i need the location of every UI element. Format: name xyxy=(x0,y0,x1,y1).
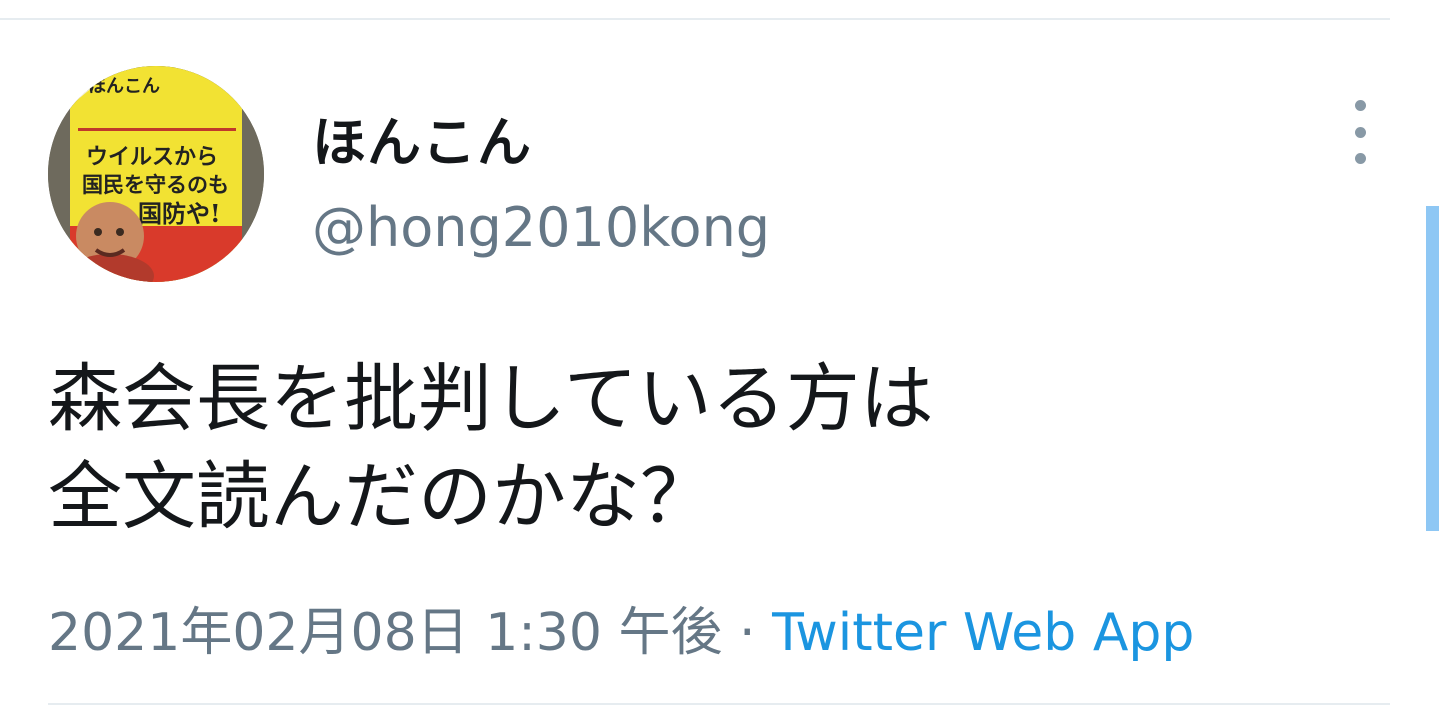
avatar-cover-title: ほんこん xyxy=(88,76,160,97)
tweet-page: ほんこん ウイルスから 国民を守るのも 国防や! ほんこん @hong2010k… xyxy=(0,0,1439,723)
scrollbar[interactable] xyxy=(1426,206,1439,531)
avatar-cover-line-2: 国民を守るのも xyxy=(82,172,229,197)
meta-separator: · xyxy=(722,603,773,663)
vertical-ellipsis-icon xyxy=(1354,126,1366,138)
avatar-cover-line-3: 国防や! xyxy=(138,199,221,228)
more-options-button[interactable] xyxy=(1338,100,1382,164)
bottom-divider xyxy=(48,703,1390,705)
tweet-metadata: 2021年02月08日 1:30 午後 · Twitter Web App xyxy=(48,590,1194,665)
user-handle[interactable]: @hong2010kong xyxy=(312,196,770,259)
vertical-ellipsis-icon xyxy=(1354,100,1366,111)
tweet-source-link[interactable]: Twitter Web App xyxy=(772,603,1194,663)
avatar-cover-line-1: ウイルスから xyxy=(86,144,218,170)
vertical-ellipsis-icon xyxy=(1354,153,1366,164)
avatar[interactable]: ほんこん ウイルスから 国民を守るのも 国防や! xyxy=(48,66,264,282)
tweet-text-line: 全文読んだのかな？ xyxy=(48,454,714,540)
tweet-timestamp[interactable]: 2021年02月08日 1:30 午後 xyxy=(48,603,723,663)
tweet-text: 森会長を批判している方は 全文読んだのかな？ xyxy=(48,350,1368,546)
top-divider xyxy=(0,18,1390,20)
display-name[interactable]: ほんこん xyxy=(312,98,532,177)
tweet-text-line: 森会長を批判している方は xyxy=(48,356,934,442)
avatar-book-cover-icon: ほんこん ウイルスから 国民を守るのも 国防や! xyxy=(48,66,264,282)
